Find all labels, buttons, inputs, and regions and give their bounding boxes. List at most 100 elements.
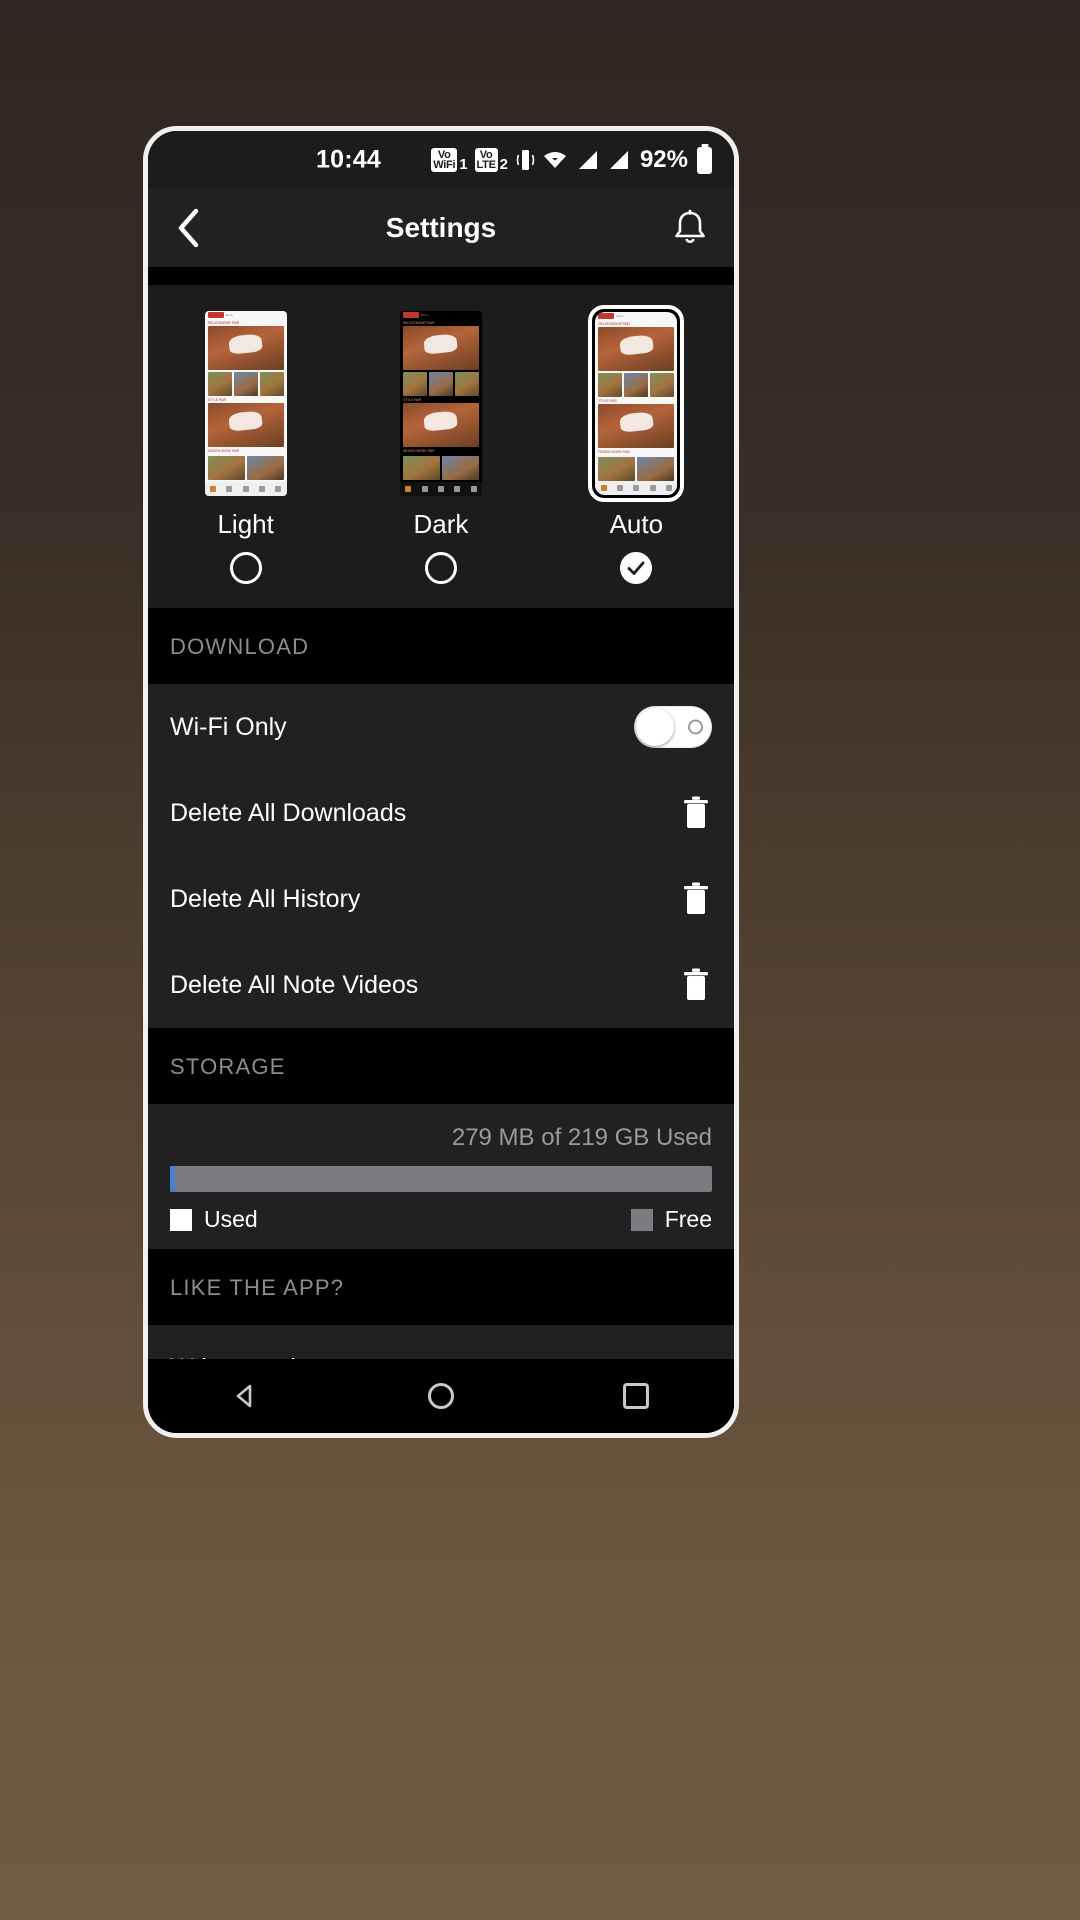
mini-tab-recent (437, 485, 444, 492)
theme-thumbnail-auto[interactable]: Menu RELATIONSHIP PAIR STYLE PAIR RIDDEN… (588, 303, 685, 503)
mini-tile (454, 371, 479, 396)
mini-logo-icon (598, 312, 615, 319)
mini-tab-favorites (616, 484, 623, 491)
legend-swatch-free (630, 1208, 653, 1231)
volte-line2: LTE (476, 159, 496, 171)
theme-label-dark: Dark (413, 509, 469, 540)
theme-radio-light[interactable] (229, 552, 262, 585)
mini-section-title: RIDDEN WORK PAIR (598, 449, 630, 454)
storage-usage-text: 279 MB of 219 GB Used (451, 1124, 712, 1152)
wifi-only-toggle[interactable] (634, 706, 712, 749)
section-header-download: DOWNLOAD (148, 608, 734, 685)
storage-legend: Used Free (170, 1206, 712, 1233)
row-label: Delete All History (170, 884, 361, 913)
mini-tab-more (666, 484, 673, 491)
theme-label-light: Light (217, 509, 274, 540)
trash-icon[interactable] (680, 880, 712, 918)
status-bar: 10:44 Vo WiFi 1 Vo LTE 2 92% (148, 131, 734, 189)
bell-icon[interactable] (672, 209, 708, 247)
theme-thumbnail-light[interactable]: Menu RELATIONSHIP PAIR STYLE PAIR RIDDEN… (204, 303, 287, 503)
mini-section-title: RELATIONSHIP PAIR (207, 320, 240, 325)
status-bar-icons: Vo WiFi 1 Vo LTE 2 92% (431, 146, 712, 174)
toggle-off-indicator (688, 719, 703, 735)
mini-section-title: STYLE PAIR (207, 397, 227, 402)
square-recents-icon[interactable] (591, 1359, 681, 1433)
theme-thumbnail-dark[interactable]: Menu RELATIONSHIP PAIR STYLE PAIR RIDDEN… (399, 303, 482, 503)
trash-icon[interactable] (680, 794, 712, 832)
theme-label-auto: Auto (609, 509, 664, 540)
mini-hero-image (598, 326, 675, 371)
signal-icon (606, 149, 630, 171)
mini-hero-image (207, 325, 284, 370)
vowifi-icon: Vo WiFi 1 (431, 148, 468, 173)
legend-used-label: Used (204, 1206, 258, 1233)
triangle-back-icon[interactable] (201, 1359, 291, 1433)
mini-tab-recent (242, 485, 249, 492)
mini-tab-home (209, 485, 216, 492)
mini-tile (637, 456, 675, 481)
circle-home-icon[interactable] (396, 1359, 486, 1433)
row-delete-all-downloads[interactable]: Delete All Downloads (148, 770, 734, 856)
vowifi-sim-index: 1 (459, 156, 468, 173)
volte-sim-index: 2 (499, 156, 508, 173)
toggle-thumb (636, 708, 674, 747)
trash-icon[interactable] (680, 966, 712, 1004)
legend-swatch-used (170, 1208, 192, 1231)
mini-hero-image (402, 402, 479, 447)
mini-menu-icon: Menu (225, 312, 234, 317)
mini-tile (402, 455, 440, 480)
mini-tile (428, 371, 453, 396)
volte-icon: Vo LTE 2 (474, 148, 508, 173)
download-rows: Wi-Fi Only Delete All Downloads Delete A… (148, 684, 734, 1029)
mini-tile (650, 372, 675, 397)
theme-radio-auto[interactable] (620, 552, 653, 585)
mini-tab-downloads (454, 485, 461, 492)
storage-panel: 279 MB of 219 GB Used Used Free (148, 1104, 734, 1250)
legend-used: Used (170, 1206, 258, 1233)
row-delete-all-history[interactable]: Delete All History (148, 856, 734, 942)
mini-tab-more (470, 485, 477, 492)
section-header-like-the-app: LIKE THE APP? (148, 1249, 734, 1326)
row-write-a-review[interactable]: Write a review (148, 1325, 734, 1359)
wifi-icon (542, 149, 568, 171)
like-the-app-rows: Write a review Spread the word Report an… (148, 1325, 734, 1359)
mini-tile (246, 455, 284, 480)
section-header-storage: STORAGE (148, 1028, 734, 1105)
check-icon (627, 561, 645, 576)
mini-logo-icon (207, 311, 224, 318)
mini-section-title: RELATIONSHIP PAIR (598, 321, 630, 326)
battery-icon (697, 146, 712, 174)
storage-bar (170, 1166, 712, 1193)
mini-tab-downloads (259, 485, 266, 492)
row-delete-all-note-videos[interactable]: Delete All Note Videos (148, 942, 734, 1028)
theme-option-light[interactable]: Menu RELATIONSHIP PAIR STYLE PAIR RIDDEN… (148, 303, 343, 585)
phone-screen: 10:44 Vo WiFi 1 Vo LTE 2 92% Settings Me… (148, 131, 734, 1433)
theme-option-auto[interactable]: Menu RELATIONSHIP PAIR STYLE PAIR RIDDEN… (539, 303, 734, 585)
battery-percent-label: 92% (639, 146, 688, 173)
row-label: Wi-Fi Only (170, 712, 287, 741)
mini-logo-icon (402, 311, 419, 318)
mini-tab-recent (633, 484, 640, 491)
back-button[interactable] (174, 207, 204, 249)
row-wifi-only[interactable]: Wi-Fi Only (148, 684, 734, 770)
mini-section-title: RIDDEN WORK PAIR (402, 448, 435, 453)
signal-icon (575, 149, 599, 171)
mini-tab-downloads (649, 484, 656, 491)
mini-section-title: STYLE PAIR (402, 397, 422, 402)
theme-radio-dark[interactable] (424, 552, 457, 585)
status-bar-clock: 10:44 (316, 145, 381, 174)
row-label: Delete All Note Videos (170, 970, 419, 999)
mini-hero-image (207, 402, 284, 447)
mini-menu-icon: Menu (616, 313, 624, 318)
mini-tile (233, 371, 258, 396)
mini-tile (624, 372, 649, 397)
theme-option-dark[interactable]: Menu RELATIONSHIP PAIR STYLE PAIR RIDDEN… (343, 303, 538, 585)
mini-tile (598, 456, 636, 481)
legend-free-label: Free (664, 1206, 712, 1233)
vowifi-line2: WiFi (433, 159, 456, 171)
mini-tile (207, 455, 245, 480)
mini-tile (598, 372, 623, 397)
mini-section-title: STYLE PAIR (598, 398, 617, 403)
mini-tab-home (405, 485, 412, 492)
settings-scroll-area[interactable]: Menu RELATIONSHIP PAIR STYLE PAIR RIDDEN… (148, 285, 734, 1359)
